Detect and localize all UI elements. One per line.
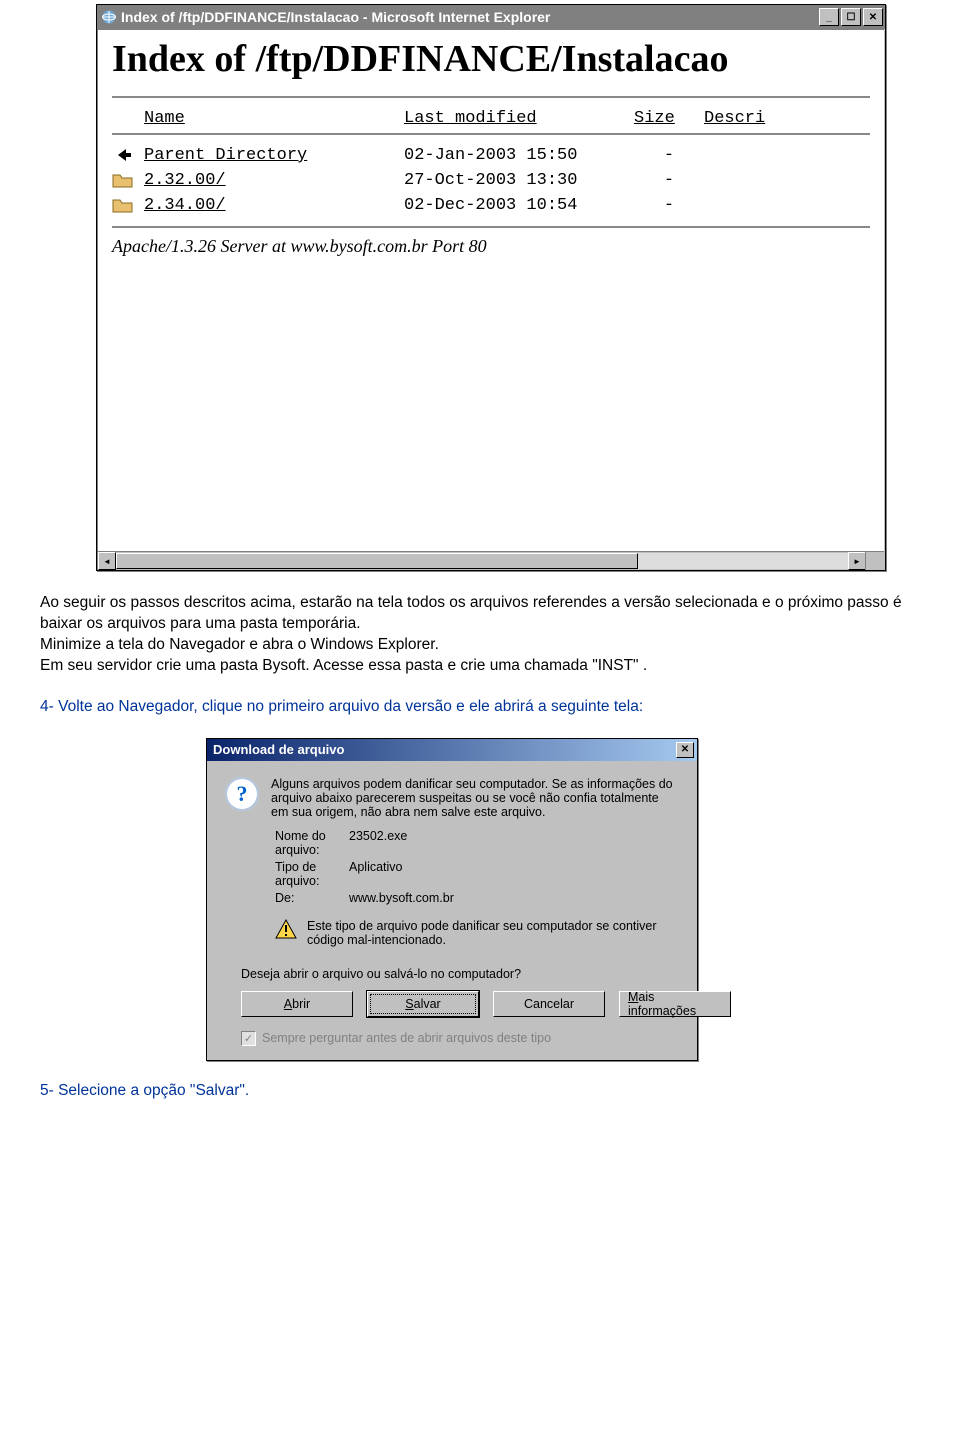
dialog-title: Download de arquivo [213, 742, 674, 757]
col-name[interactable]: Name [144, 109, 404, 128]
filetype-value: Aplicativo [349, 860, 679, 888]
save-button[interactable]: Salvar [367, 991, 479, 1017]
minimize-button[interactable]: _ [819, 8, 839, 26]
ie-icon [101, 9, 117, 25]
warning-icon [275, 919, 297, 939]
filename-value: 23502.exe [349, 829, 679, 857]
horizontal-scrollbar[interactable]: ◄ ► [98, 551, 866, 570]
cancel-button[interactable]: Cancelar [493, 991, 605, 1017]
download-dialog: Download de arquivo ✕ ? Alguns arquivos … [206, 738, 698, 1061]
from-value: www.bysoft.com.br [349, 891, 679, 905]
scroll-left-button[interactable]: ◄ [98, 552, 116, 570]
page-heading: Index of /ftp/DDFINANCE/Instalacao [112, 40, 752, 80]
col-size[interactable]: Size [634, 109, 704, 128]
scroll-right-button[interactable]: ► [848, 552, 866, 570]
parent-directory-link[interactable]: Parent Directory [144, 146, 307, 165]
h-scroll-thumb[interactable] [116, 553, 638, 569]
scroll-corner [865, 551, 884, 570]
always-ask-label: Sempre perguntar antes de abrir arquivos… [262, 1031, 551, 1045]
cell-size: - [634, 146, 704, 165]
dialog-titlebar: Download de arquivo ✕ [207, 739, 697, 761]
question-icon: ? [225, 777, 259, 811]
server-signature: Apache/1.3.26 Server at www.bysoft.com.b… [112, 236, 870, 257]
folder-icon [112, 171, 134, 189]
col-desc[interactable]: Descri [704, 109, 844, 128]
step-4: 4- Volte ao Navegador, clique no primeir… [40, 697, 920, 718]
always-ask-checkbox: ✓ [241, 1031, 256, 1046]
filename-label: Nome do arquivo: [275, 829, 345, 857]
col-modified[interactable]: Last modified [404, 109, 634, 128]
cell-size: - [634, 171, 704, 190]
browser-title: Index of /ftp/DDFINANCE/Instalacao - Mic… [121, 9, 817, 25]
maximize-button[interactable]: ☐ [841, 8, 861, 26]
dialog-warning2: Este tipo de arquivo pode danificar seu … [307, 919, 679, 947]
open-button[interactable]: Abrir [241, 991, 353, 1017]
step-5: 5- Selecione a opção "Salvar". [40, 1081, 920, 1102]
close-button[interactable]: ✕ [863, 8, 883, 26]
cell-modified: 27-Oct-2003 13:30 [404, 171, 634, 190]
instruction-text: Em seu servidor crie uma pasta Bysoft. A… [40, 656, 920, 677]
listing-row: 2.34.00/ 02-Dec-2003 10:54 - [112, 193, 870, 218]
back-icon [112, 146, 134, 164]
browser-window: Index of /ftp/DDFINANCE/Instalacao - Mic… [96, 4, 886, 571]
dialog-close-button[interactable]: ✕ [676, 742, 694, 758]
instruction-text: Minimize a tela do Navegador e abra o Wi… [40, 635, 920, 656]
instruction-text: Ao seguir os passos descritos acima, est… [40, 593, 920, 635]
cell-modified: 02-Jan-2003 15:50 [404, 146, 634, 165]
from-label: De: [275, 891, 345, 905]
listing-row: Parent Directory 02-Jan-2003 15:50 - [112, 143, 870, 168]
folder-link[interactable]: 2.32.00/ [144, 171, 226, 190]
filetype-label: Tipo de arquivo: [275, 860, 345, 888]
cell-modified: 02-Dec-2003 10:54 [404, 196, 634, 215]
dialog-warning-intro: Alguns arquivos podem danificar seu comp… [271, 777, 679, 819]
folder-icon [112, 196, 134, 214]
folder-link[interactable]: 2.34.00/ [144, 196, 226, 215]
more-info-button[interactable]: Mais informações [619, 991, 731, 1017]
listing-row: 2.32.00/ 27-Oct-2003 13:30 - [112, 168, 870, 193]
browser-titlebar: Index of /ftp/DDFINANCE/Instalacao - Mic… [97, 5, 885, 29]
cell-size: - [634, 196, 704, 215]
dialog-question: Deseja abrir o arquivo ou salvá-lo no co… [241, 967, 679, 981]
listing-header: Name Last modified Size Descri [112, 106, 870, 131]
